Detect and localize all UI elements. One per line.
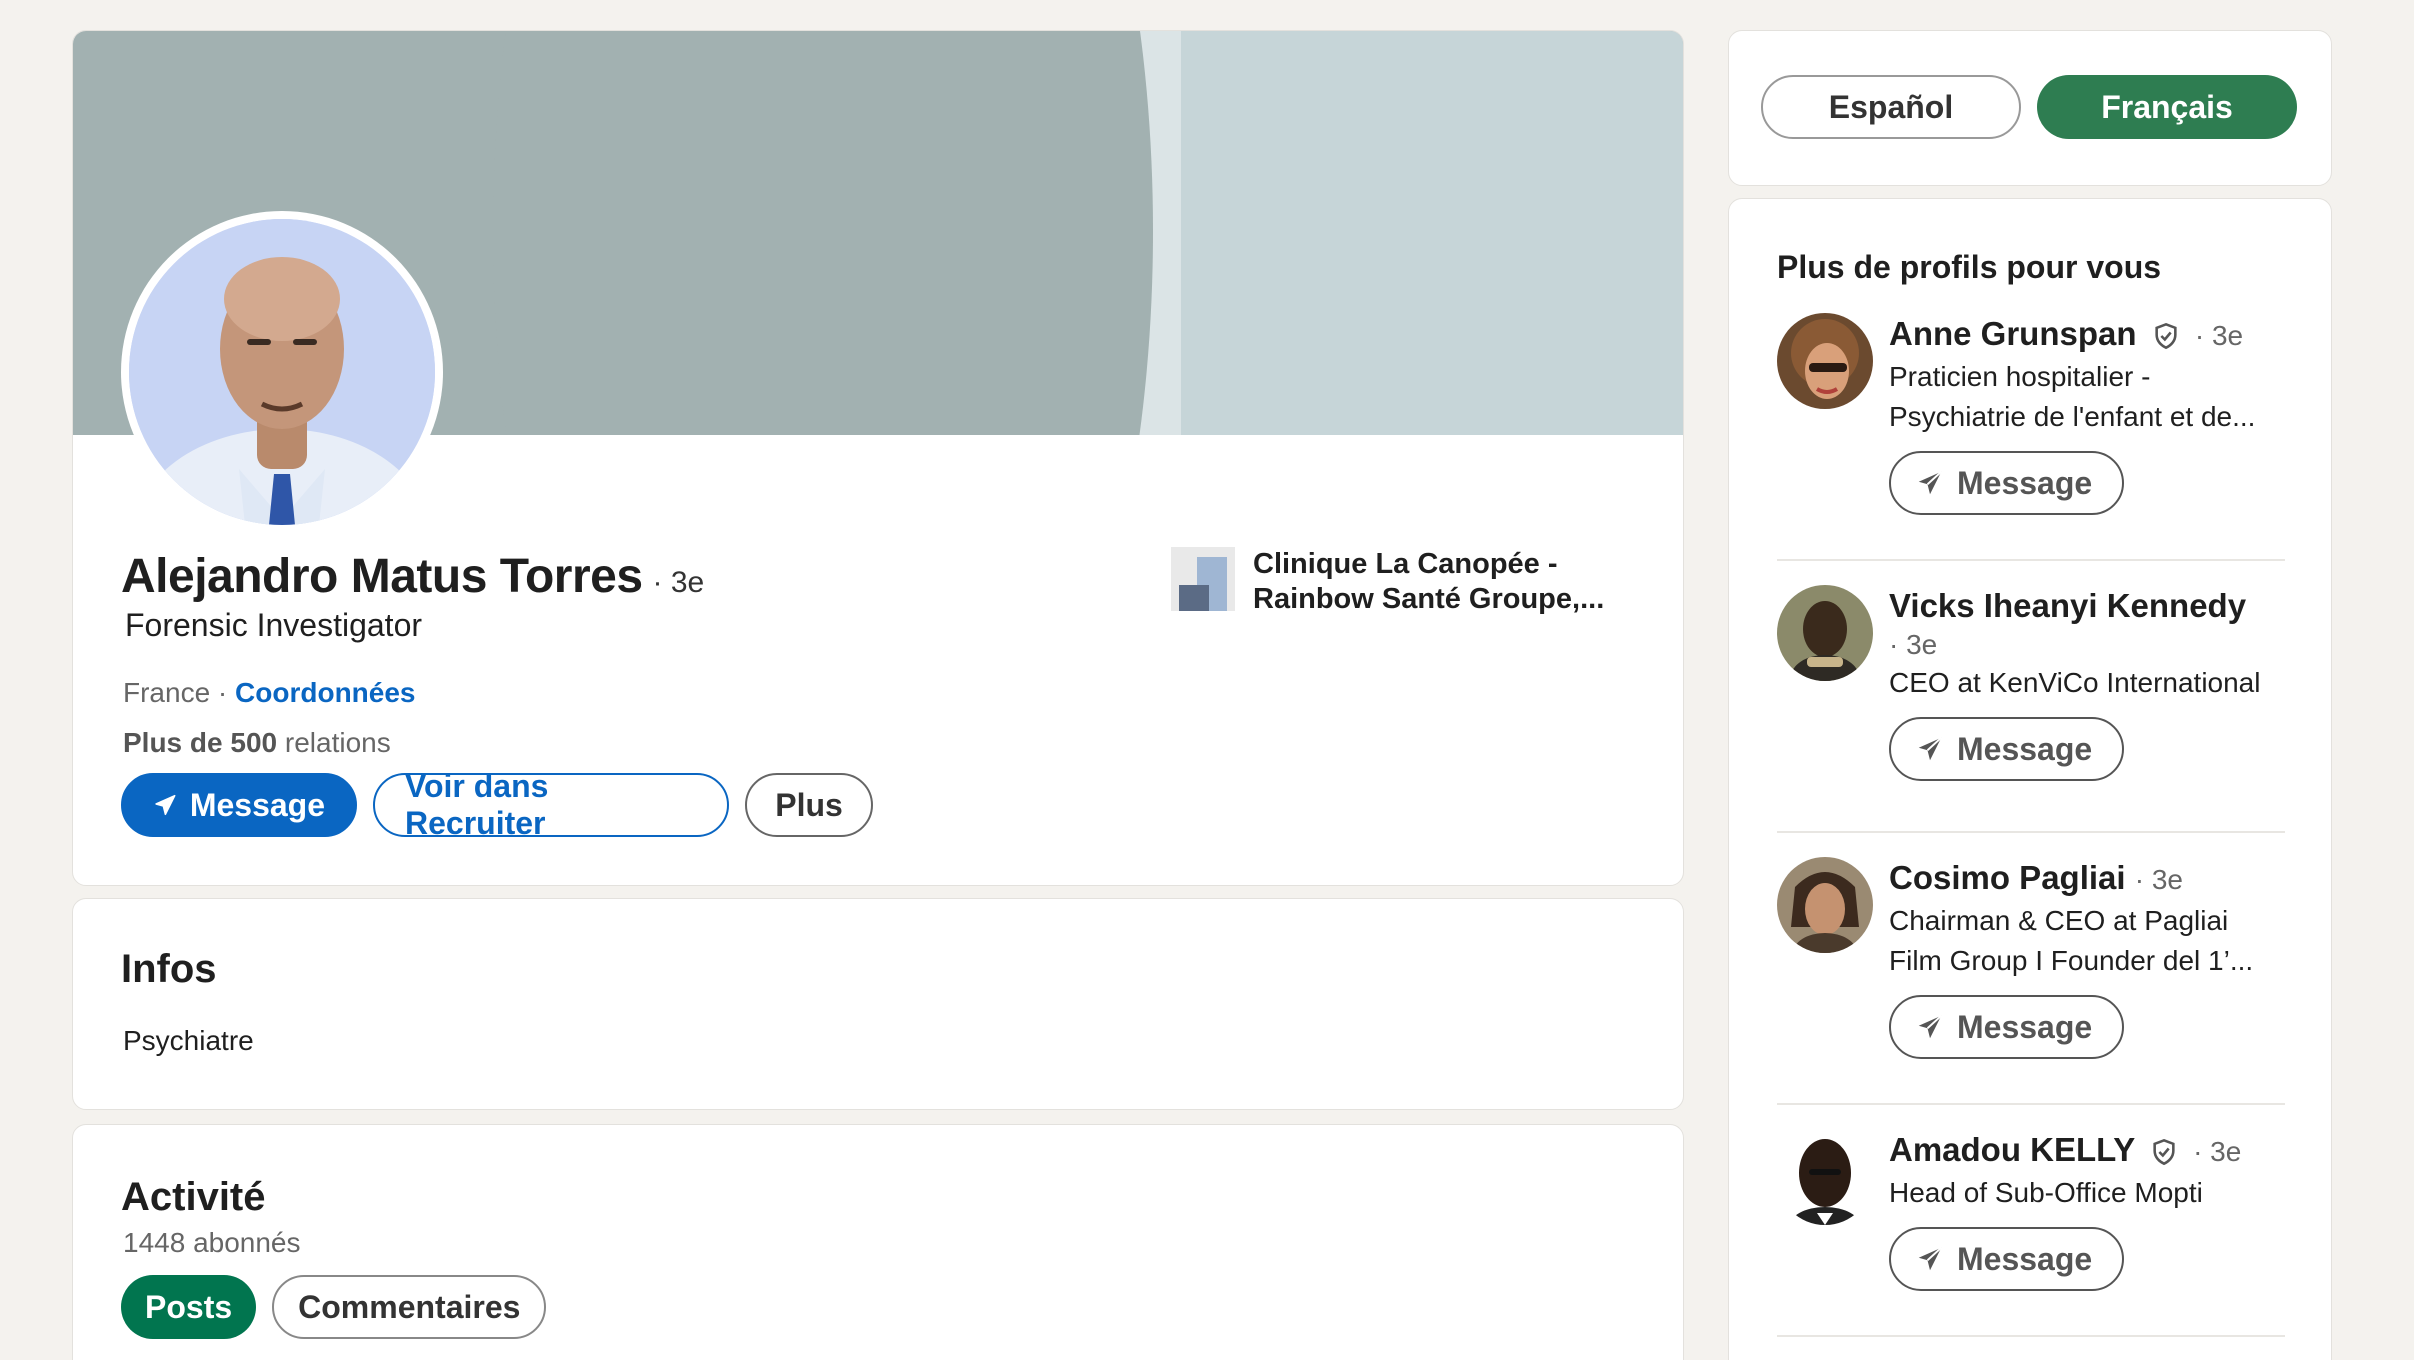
send-icon: [1918, 471, 1942, 495]
company-name: Clinique La Canopée - Rainbow Santé Grou…: [1253, 548, 1605, 615]
avatar-photo: [129, 219, 435, 525]
infos-text: Psychiatre: [123, 1025, 254, 1056]
view-in-recruiter-button[interactable]: Voir dans Recruiter: [373, 768, 729, 841]
contact-info-link[interactable]: Coordonnées: [235, 677, 415, 708]
filter-comments[interactable]: Commentaires: [272, 1275, 547, 1339]
language-card: Español Français: [1728, 30, 2332, 186]
profile-name: Alejandro Matus Torres: [121, 550, 643, 603]
suggestion-degree: · 3e: [2194, 320, 2244, 351]
suggestion-item: Anne Grunspan · 3e Praticien hospitalier…: [1777, 313, 2285, 523]
avatar-photo: [1777, 585, 1873, 681]
avatar-photo: [1777, 857, 1873, 953]
suggestion-name[interactable]: Cosimo Pagliai: [1889, 859, 2126, 896]
divider: [1777, 831, 2285, 833]
suggestion-message-button[interactable]: Message: [1889, 451, 2125, 515]
suggestions-title: Plus de profils pour vous: [1777, 249, 2162, 285]
send-icon: [1918, 1247, 1942, 1271]
profile-location: France ·: [123, 677, 228, 708]
send-icon: [1918, 1015, 1942, 1039]
suggestion-item: Vicks Iheanyi Kennedy · 3e CEO at KenViC…: [1777, 585, 2285, 795]
suggestion-degree: · 3e: [2134, 864, 2183, 895]
activity-card: Activité 1448 abonnés Posts Commentaires: [72, 1124, 1684, 1360]
activity-title: Activité: [121, 1175, 266, 1219]
verified-shield-icon: [2155, 323, 2177, 350]
language-switch: Español Français: [1761, 75, 2297, 139]
location-line: France · Coordonnées: [123, 677, 416, 709]
suggestion-headline: Praticien hospitalier -: [1889, 361, 2151, 392]
suggestion-avatar[interactable]: [1777, 585, 1873, 681]
suggestion-avatar[interactable]: [1777, 1129, 1873, 1225]
current-company[interactable]: Clinique La Canopée - Rainbow Santé Grou…: [1171, 547, 1604, 617]
suggestion-name[interactable]: Vicks Iheanyi Kennedy: [1889, 585, 2285, 627]
suggestion-avatar[interactable]: [1777, 857, 1873, 953]
more-button[interactable]: Plus: [745, 773, 873, 837]
avatar-photo: [1777, 313, 1873, 409]
connection-degree: · 3e: [652, 566, 705, 599]
send-icon: [1918, 737, 1942, 761]
name-line: Alejandro Matus Torres · 3e: [121, 549, 704, 604]
suggestion-headline: Chairman & CEO at Pagliai: [1889, 905, 2229, 936]
suggestion-degree: · 3e: [1889, 629, 1938, 660]
suggestion-degree: · 3e: [2193, 1136, 2242, 1167]
suggestion-avatar[interactable]: [1777, 313, 1873, 409]
view-in-recruiter-label: Voir dans Recruiter: [405, 768, 549, 841]
suggestion-message-button[interactable]: Message: [1889, 717, 2125, 781]
activity-filters: Posts Commentaires: [121, 1275, 547, 1339]
message-button[interactable]: Message: [121, 773, 357, 837]
filter-posts[interactable]: Posts: [121, 1275, 257, 1339]
profile-actions: Message Voir dans Recruiter Plus: [121, 768, 873, 841]
suggestion-name[interactable]: Anne Grunspan: [1889, 315, 2137, 352]
suggestion-name[interactable]: Amadou KELLY: [1889, 1131, 2135, 1168]
profile-avatar[interactable]: [121, 211, 443, 533]
divider: [1777, 1103, 2285, 1105]
more-button-label: Plus: [775, 786, 843, 823]
followers-count: 1448 abonnés: [123, 1227, 301, 1258]
infos-card: Infos Psychiatre: [72, 898, 1684, 1110]
message-button-label: Message: [189, 786, 325, 823]
suggestion-message-button[interactable]: Message: [1889, 1227, 2125, 1291]
relations-count: Plus de 500 relations: [123, 727, 391, 759]
profile-headline: Forensic Investigator: [125, 607, 423, 643]
suggestion-item: Cosimo Pagliai · 3e Chairman & CEO at Pa…: [1777, 857, 2285, 1067]
suggestion-headline: Head of Sub-Office Mopti: [1889, 1177, 2203, 1208]
send-icon: [155, 794, 176, 816]
language-french-button[interactable]: Français: [2037, 75, 2297, 139]
infos-title: Infos: [121, 947, 217, 991]
suggestion-headline-2: Psychiatrie de l'enfant et de...: [1889, 401, 2256, 432]
company-logo: [1171, 547, 1235, 611]
suggestion-headline: CEO at KenViCo International: [1889, 667, 2261, 698]
divider: [1777, 559, 2285, 561]
suggestion-item: Amadou KELLY · 3e Head of Sub-Office Mop…: [1777, 1129, 2285, 1339]
suggestion-headline-2: Film Group I Founder del 1’...: [1889, 945, 2254, 976]
company-logo-icon: [1171, 547, 1235, 611]
suggestion-message-button[interactable]: Message: [1889, 995, 2125, 1059]
suggestions-card: Plus de profils pour vous Anne Grunspan …: [1728, 198, 2332, 1360]
avatar-photo: [1777, 1129, 1873, 1225]
language-spanish-button[interactable]: Español: [1761, 75, 2021, 139]
relations-bold: Plus de 500: [123, 727, 278, 758]
verified-shield-icon: [2153, 1139, 2175, 1166]
profile-card: Alejandro Matus Torres · 3e Forensic Inv…: [72, 30, 1684, 886]
divider: [1777, 1335, 2285, 1337]
relations-suffix: relations: [284, 727, 391, 758]
